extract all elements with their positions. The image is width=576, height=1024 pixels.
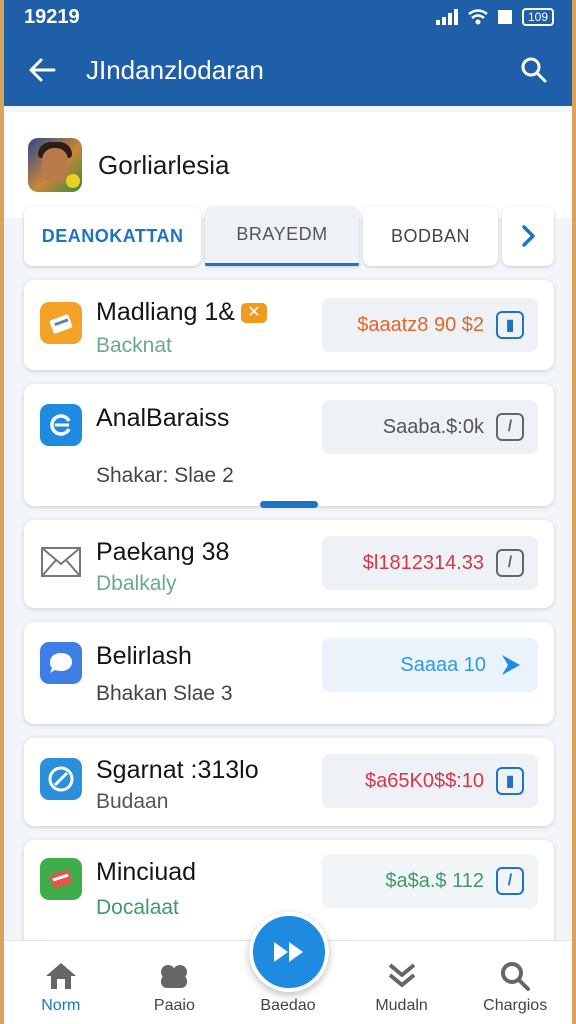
search-button[interactable] xyxy=(516,52,552,88)
price-box[interactable]: Saaaa 10 xyxy=(322,638,538,692)
edit-box-icon[interactable]: ▮ xyxy=(496,767,524,795)
nav-label: Norm xyxy=(41,996,81,1014)
fast-forward-icon xyxy=(274,942,303,962)
game-header: Gorliarlesia xyxy=(4,112,572,218)
pencil-icon[interactable]: / xyxy=(496,867,524,895)
item-price: Saaaa 10 xyxy=(400,653,486,676)
item-subtitle: Dbalkaly xyxy=(96,572,177,595)
tab-bodban[interactable]: BODBAN xyxy=(362,206,499,266)
battery-indicator: 109 xyxy=(521,8,554,26)
square-icon xyxy=(497,10,512,24)
nav-home[interactable]: Norm xyxy=(4,941,118,1024)
item-name: Sgarnat :313lo xyxy=(96,756,259,784)
edit-box-icon[interactable]: / xyxy=(496,413,524,441)
item-subtitle: Backnat xyxy=(96,334,172,357)
envelope-icon xyxy=(40,540,82,582)
list-item[interactable]: Paekang 38 Dbalkaly $l1812314.33 / xyxy=(24,520,554,608)
nav-mudaln[interactable]: Mudaln xyxy=(345,941,459,1024)
close-tag-icon[interactable]: ✕ xyxy=(240,303,267,323)
item-subtitle: Shakar: Slae 2 xyxy=(96,464,234,487)
price-box[interactable]: $l1812314.33 / xyxy=(322,536,538,590)
item-subtitle: Budaan xyxy=(96,790,169,813)
home-icon xyxy=(45,962,76,989)
status-bar: 19219 109 xyxy=(4,0,572,34)
status-icons: 109 xyxy=(435,8,554,26)
list-item[interactable]: Belirlash Bhakan Slae 3 Saaaa 10 xyxy=(24,622,554,724)
nav-paaio[interactable]: Paaio xyxy=(118,941,232,1024)
price-box[interactable]: $a65K0$$:10 ▮ xyxy=(322,754,538,808)
page-title: JIndanzlodaran xyxy=(86,54,264,85)
tab-deanokattan[interactable]: DEANOKATTAN xyxy=(24,206,202,266)
price-box[interactable]: $a$a.$ 112 / xyxy=(322,854,538,908)
nav-label: Mudaln xyxy=(375,996,428,1014)
list-item[interactable]: AnalBaraiss Shakar: Slae 2 Saaba.$:0k / xyxy=(24,384,554,506)
disc-blue-icon xyxy=(40,758,82,800)
item-price: $l1812314.33 xyxy=(362,551,484,574)
item-price: $aaatz8 90 $2 xyxy=(357,313,484,336)
edit-box-icon[interactable]: ▮ xyxy=(496,311,524,339)
back-button[interactable] xyxy=(24,52,60,88)
refresh-blue-icon xyxy=(40,404,82,446)
nav-chargios[interactable]: Chargios xyxy=(458,941,572,1024)
item-subtitle: Bhakan Slae 3 xyxy=(96,682,233,705)
item-price: $a65K0$$:10 xyxy=(364,769,484,792)
app-bar: JIndanzlodaran xyxy=(4,34,572,106)
item-name: Paekang 38 xyxy=(96,538,230,566)
nav-label: Chargios xyxy=(483,996,548,1014)
book-orange-icon xyxy=(40,302,82,344)
arrow-left-icon xyxy=(29,58,56,82)
game-thumbnail xyxy=(28,138,82,192)
tab-brayedm[interactable]: BRAYEDM xyxy=(205,206,359,266)
nav-label: Paaio xyxy=(153,996,195,1014)
list-item[interactable]: Sgarnat :313lo Budaan $a65K0$$:10 ▮ xyxy=(24,738,554,826)
edit-box-icon[interactable]: / xyxy=(496,549,524,577)
item-name: Madliang 1& xyxy=(96,298,235,326)
tab-bar: DEANOKATTAN BRAYEDM BODBAN xyxy=(24,206,554,266)
item-name: Belirlash xyxy=(96,642,192,670)
book-green-icon xyxy=(40,858,82,900)
chat-blue-icon xyxy=(40,642,82,684)
tabs-next-button[interactable] xyxy=(502,206,554,266)
item-subtitle: Docalaat xyxy=(96,896,179,919)
price-box[interactable]: $aaatz8 90 $2 ▮ xyxy=(322,298,538,352)
game-name: Gorliarlesia xyxy=(98,149,230,180)
signal-icon xyxy=(435,9,458,25)
nav-label: Baedao xyxy=(260,996,316,1014)
item-name: AnalBaraiss xyxy=(96,404,230,432)
item-price: $a$a.$ 112 xyxy=(385,869,484,892)
scroll-indicator xyxy=(260,501,318,508)
wifi-icon xyxy=(468,9,488,25)
status-time: 19219 xyxy=(24,5,80,28)
search-icon xyxy=(521,57,547,83)
fast-forward-button[interactable] xyxy=(249,912,329,992)
item-name: Minciuad xyxy=(96,858,197,886)
price-box[interactable]: Saaba.$:0k / xyxy=(322,400,538,454)
item-price: Saaba.$:0k xyxy=(382,415,484,438)
arrow-right-icon[interactable] xyxy=(498,653,524,677)
list-item[interactable]: Madliang 1& ✕ Backnat $aaatz8 90 $2 ▮ xyxy=(24,280,554,370)
search-icon xyxy=(501,961,531,991)
phone-screen: 19219 109 JIndanzlodaran Gorliarlesia DE… xyxy=(4,0,572,1024)
chevron-right-icon xyxy=(522,225,535,247)
gamepad-icon xyxy=(161,964,188,988)
chevrons-down-icon xyxy=(388,962,415,987)
